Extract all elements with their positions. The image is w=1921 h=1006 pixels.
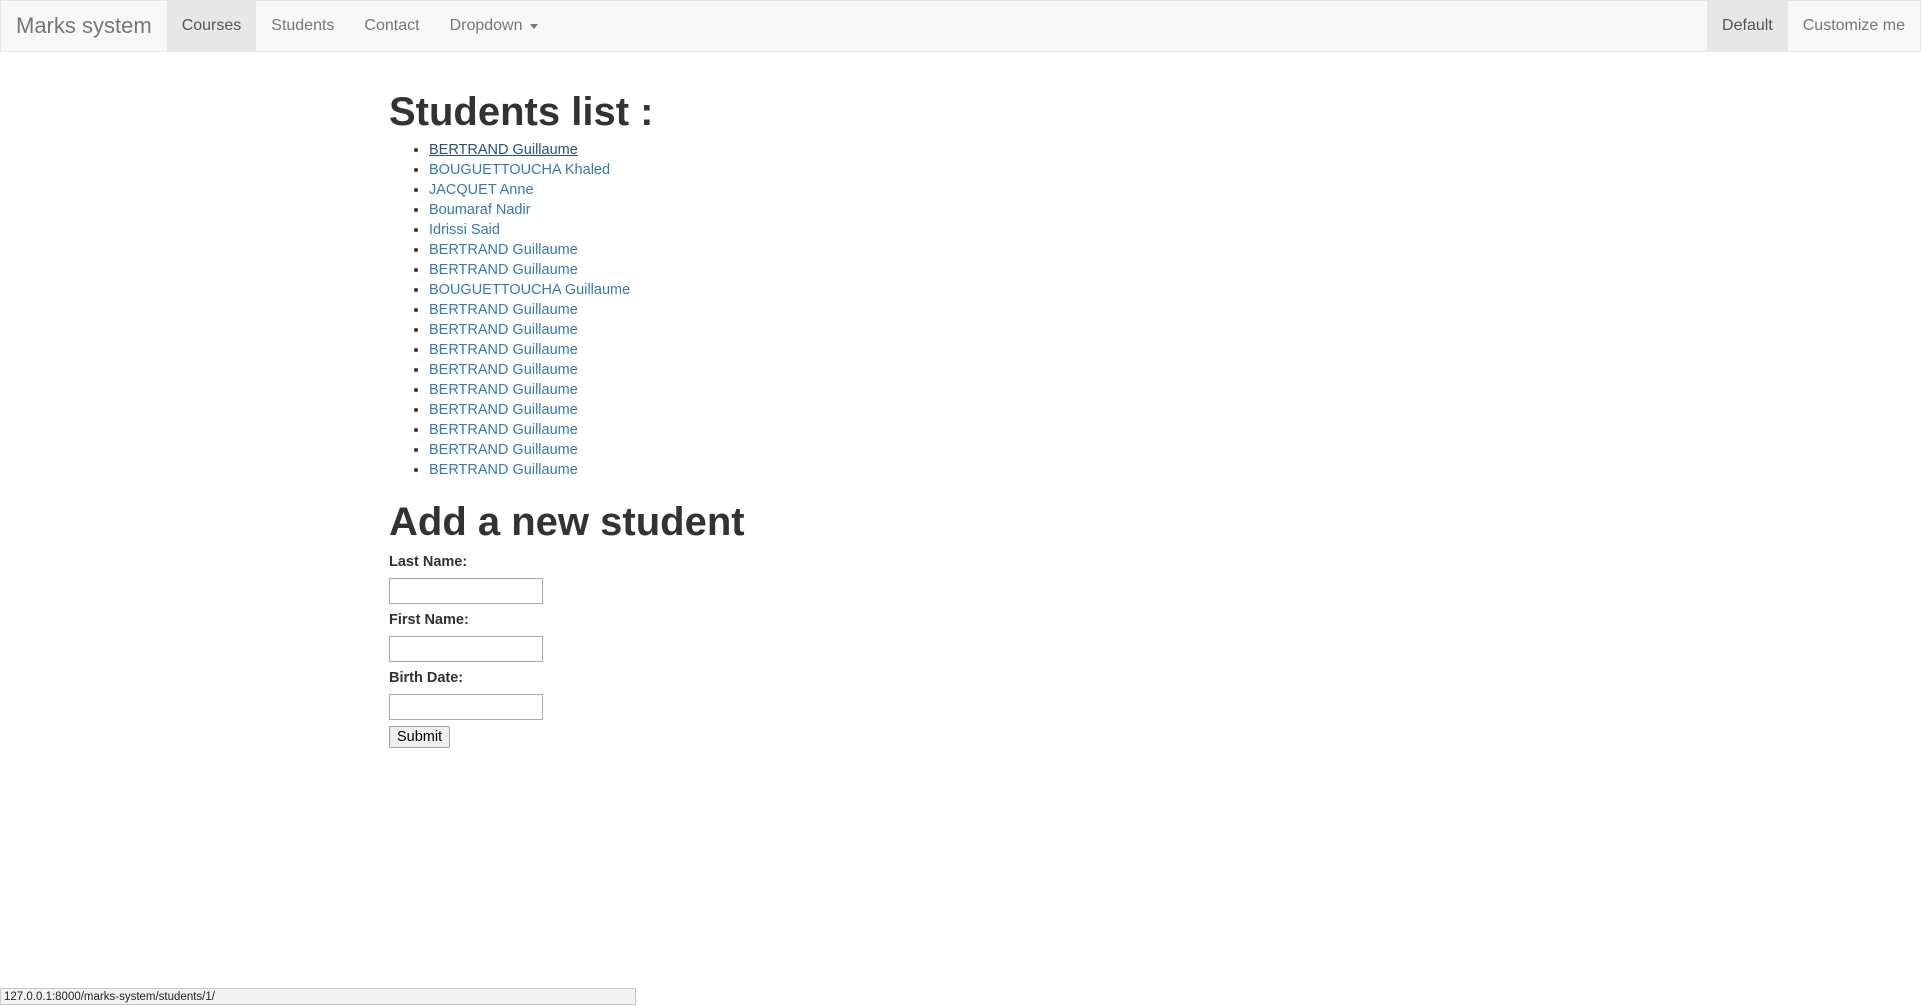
student-link[interactable]: BERTRAND Guillaume — [429, 242, 578, 258]
nav-item-dropdown[interactable]: Dropdown — [435, 1, 553, 51]
student-link[interactable]: BERTRAND Guillaume — [429, 442, 578, 458]
navbar-brand[interactable]: Marks system — [1, 1, 167, 51]
list-item: BERTRAND Guillaume — [429, 320, 1389, 340]
list-item: BERTRAND Guillaume — [429, 260, 1389, 280]
student-link[interactable]: BERTRAND Guillaume — [429, 402, 578, 418]
nav-item-customize-me[interactable]: Customize me — [1788, 1, 1920, 51]
list-item: BERTRAND Guillaume — [429, 400, 1389, 420]
main-content: Students list : BERTRAND Guillaume BOUGU… — [389, 88, 1389, 748]
list-item: BERTRAND Guillaume — [429, 360, 1389, 380]
navbar-right: Default Customize me — [1707, 1, 1920, 51]
list-item: JACQUET Anne — [429, 180, 1389, 200]
dropdown-label: Dropdown — [449, 17, 523, 34]
first-name-label: First Name: — [389, 612, 469, 628]
nav-item-default[interactable]: Default — [1707, 1, 1788, 51]
list-item: BERTRAND Guillaume — [429, 440, 1389, 460]
student-link[interactable]: BERTRAND Guillaume — [429, 262, 578, 278]
list-item: BERTRAND Guillaume — [429, 240, 1389, 260]
list-item: BERTRAND Guillaume — [429, 300, 1389, 320]
navbar: Marks system Courses Students Contact Dr… — [0, 0, 1921, 52]
student-link[interactable]: BERTRAND Guillaume — [429, 362, 578, 378]
status-bar-url: 127.0.0.1:8000/marks-system/students/1/ — [0, 988, 636, 1005]
list-item: BOUGUETTOUCHA Guillaume — [429, 280, 1389, 300]
student-link[interactable]: JACQUET Anne — [429, 182, 534, 198]
list-item: BERTRAND Guillaume — [429, 460, 1389, 480]
caret-down-icon — [529, 23, 538, 29]
list-item: Boumaraf Nadir — [429, 200, 1389, 220]
students-list: BERTRAND Guillaume BOUGUETTOUCHA Khaled … — [389, 140, 1389, 480]
students-list-title: Students list : — [389, 90, 654, 134]
birth-date-label: Birth Date: — [389, 670, 464, 686]
submit-button[interactable]: Submit — [389, 726, 451, 748]
nav-item-students[interactable]: Students — [256, 1, 349, 51]
list-item: BOUGUETTOUCHA Khaled — [429, 160, 1389, 180]
student-link[interactable]: Boumaraf Nadir — [429, 202, 531, 218]
first-name-field[interactable] — [389, 636, 543, 662]
student-link[interactable]: BERTRAND Guillaume — [429, 322, 578, 338]
last-name-field[interactable] — [389, 578, 543, 604]
student-link[interactable]: BERTRAND Guillaume — [429, 462, 578, 478]
student-link[interactable]: BOUGUETTOUCHA Khaled — [429, 162, 610, 178]
navbar-left: Marks system Courses Students Contact Dr… — [1, 1, 553, 51]
nav-item-courses[interactable]: Courses — [166, 1, 257, 51]
student-link[interactable]: BERTRAND Guillaume — [429, 342, 578, 358]
student-link[interactable]: BERTRAND Guillaume — [429, 382, 578, 398]
list-item: BERTRAND Guillaume — [429, 140, 1389, 160]
student-link[interactable]: BERTRAND Guillaume — [429, 142, 578, 158]
list-item: BERTRAND Guillaume — [429, 340, 1389, 360]
birth-date-field[interactable] — [389, 694, 543, 720]
add-student-title: Add a new student — [389, 500, 745, 544]
student-link[interactable]: Idrissi Said — [429, 222, 500, 238]
add-student-form: Last Name: First Name: Birth Date: Submi… — [389, 552, 1389, 748]
student-link[interactable]: BOUGUETTOUCHA Guillaume — [429, 282, 630, 298]
student-link[interactable]: BERTRAND Guillaume — [429, 302, 578, 318]
list-item: Idrissi Said — [429, 220, 1389, 240]
student-link[interactable]: BERTRAND Guillaume — [429, 422, 578, 438]
list-item: BERTRAND Guillaume — [429, 420, 1389, 440]
last-name-label: Last Name: — [389, 554, 468, 570]
nav-item-contact[interactable]: Contact — [349, 1, 434, 51]
list-item: BERTRAND Guillaume — [429, 380, 1389, 400]
